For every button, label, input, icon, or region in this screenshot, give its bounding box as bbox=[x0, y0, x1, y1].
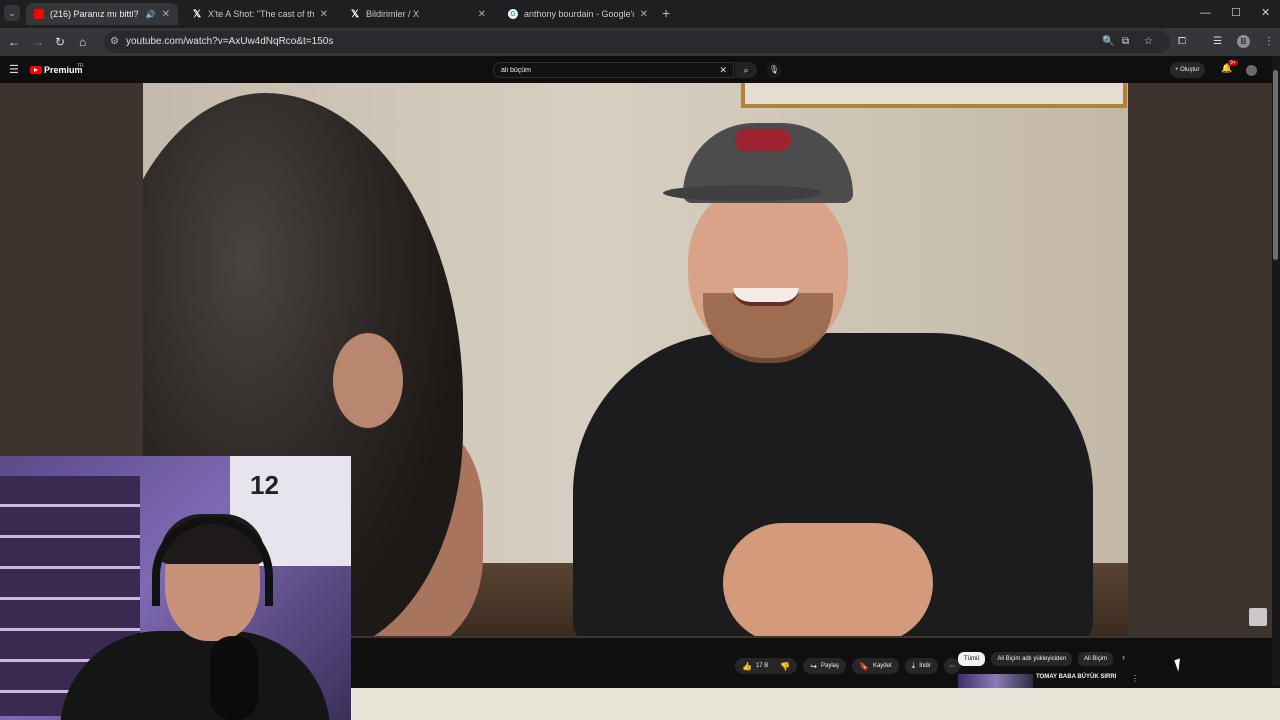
tab-title: anthony bourdain - Google'da bbox=[524, 9, 634, 19]
chevron-right-icon[interactable]: › bbox=[1122, 652, 1125, 662]
like-button[interactable]: 👍 17 B 👎 bbox=[735, 658, 798, 674]
close-tab-icon[interactable]: ✕ bbox=[162, 9, 170, 20]
create-label: Oluştur bbox=[1180, 67, 1200, 73]
download-icon: ⤓ bbox=[911, 661, 916, 670]
google-favicon-icon: G bbox=[508, 9, 518, 19]
search-icon: ⌕ bbox=[743, 65, 749, 75]
clasped-hands bbox=[723, 523, 933, 636]
cap-logo bbox=[735, 129, 791, 151]
video-actions: 👍 17 B 👎 ↪ Paylaş 🔖 Kaydet ⤓ İndir ⋯ bbox=[735, 658, 960, 674]
bookmark-icon: 🔖 bbox=[859, 661, 869, 671]
close-window-icon[interactable]: ✕ bbox=[1261, 6, 1270, 20]
thumbs-down-icon[interactable]: 👎 bbox=[780, 662, 790, 671]
download-label: İndir bbox=[919, 663, 931, 669]
share-label: Paylaş bbox=[820, 663, 839, 669]
close-tab-icon[interactable]: ✕ bbox=[320, 9, 328, 20]
more-icon: ⋯ bbox=[948, 663, 955, 670]
smiling-man bbox=[563, 123, 1103, 636]
tab-youtube-video[interactable]: (216) Paranız mı bitti? | KO 🔊 ✕ bbox=[26, 3, 178, 25]
recommended-video-title[interactable]: TOMAY BABA BÜYÜK SIRRI bbox=[1036, 674, 1116, 680]
search-box[interactable]: ✕ bbox=[493, 62, 734, 78]
chip-all[interactable]: Tümü bbox=[958, 652, 986, 666]
foreground-ear bbox=[333, 333, 403, 428]
thumbs-up-icon: 👍 bbox=[742, 661, 752, 671]
share-icon: ↪ bbox=[810, 661, 817, 671]
smile bbox=[733, 288, 799, 306]
bookmark-star-icon[interactable]: ☆ bbox=[1144, 36, 1153, 47]
tab-title: X'te A Shot: "The cast of the liv bbox=[208, 9, 314, 19]
profile-avatar[interactable]: B bbox=[1237, 35, 1250, 48]
youtube-masthead: ☰ Premium TR ✕ ⌕ 🎙 + Oluştur 🔔 9+ bbox=[0, 56, 1280, 83]
minimize-window-icon[interactable]: — bbox=[1200, 6, 1211, 20]
tab-x-post[interactable]: 𝕏 X'te A Shot: "The cast of the liv ✕ bbox=[184, 3, 336, 25]
recommendation-chips: Tümü Ali Biçim adlı yükleyiciden Ali Biç… bbox=[958, 652, 1114, 666]
site-info-icon[interactable]: ⚙ bbox=[110, 36, 119, 47]
microphone bbox=[210, 636, 258, 720]
forward-arrow-icon[interactable]: → bbox=[32, 35, 44, 49]
description-area bbox=[351, 688, 1280, 720]
streamer-facecam: 12 bbox=[0, 456, 351, 720]
speaker-icon[interactable]: 🔊 bbox=[146, 10, 156, 19]
browser-menu-icon[interactable]: ⋮ bbox=[1264, 36, 1274, 47]
channel-watermark[interactable] bbox=[1249, 608, 1267, 626]
cap-brim bbox=[663, 185, 823, 201]
reading-list-icon[interactable]: ☰ bbox=[1213, 36, 1222, 47]
browser-tab-bar: ⌄ (216) Paranız mı bitti? | KO 🔊 ✕ 𝕏 X't… bbox=[0, 0, 1280, 28]
clear-search-icon[interactable]: ✕ bbox=[719, 65, 727, 76]
tab-google-search[interactable]: G anthony bourdain - Google'da ✕ bbox=[500, 3, 656, 25]
back-arrow-icon[interactable]: ← bbox=[8, 35, 20, 49]
address-url[interactable]: youtube.com/watch?v=AxUw4dNqRco&t=150s bbox=[126, 36, 333, 47]
tab-x-notifications[interactable]: 𝕏 Bildirimler / X ✕ bbox=[342, 3, 494, 25]
youtube-logo-icon[interactable] bbox=[30, 66, 42, 74]
save-label: Kaydet bbox=[872, 663, 892, 669]
address-bar[interactable]: ⚙ youtube.com/watch?v=AxUw4dNqRco&t=150s… bbox=[104, 31, 1170, 53]
extensions-icon[interactable]: ⧠ bbox=[1178, 36, 1186, 47]
scrollbar-thumb[interactable] bbox=[1273, 70, 1278, 260]
home-icon[interactable]: ⌂ bbox=[79, 35, 86, 49]
notification-badge: 9+ bbox=[1228, 60, 1238, 66]
search-button[interactable]: ⌕ bbox=[735, 62, 757, 78]
maximize-window-icon[interactable]: ☐ bbox=[1231, 6, 1241, 20]
region-code: TR bbox=[77, 63, 84, 69]
youtube-favicon-icon bbox=[34, 9, 44, 19]
install-app-icon[interactable]: ⧉ bbox=[1122, 36, 1129, 47]
chip-channel[interactable]: Ali Biçim bbox=[1078, 652, 1114, 666]
menu-icon[interactable]: ☰ bbox=[9, 63, 19, 76]
tab-title: Bildirimler / X bbox=[366, 9, 420, 19]
wall-picture-frame bbox=[741, 83, 1127, 108]
like-count: 17 B bbox=[755, 663, 769, 669]
account-avatar[interactable] bbox=[1246, 65, 1257, 76]
browser-toolbar: ← → ↻ ⌂ ⚙ youtube.com/watch?v=AxUw4dNqRc… bbox=[0, 28, 1280, 56]
save-button[interactable]: 🔖 Kaydet bbox=[852, 658, 899, 674]
kebab-menu-icon[interactable]: ⋮ bbox=[1131, 674, 1139, 683]
tab-title: (216) Paranız mı bitti? | KO bbox=[50, 9, 140, 19]
reload-icon[interactable]: ↻ bbox=[55, 35, 65, 49]
tab-search-menu-icon[interactable]: ⌄ bbox=[4, 5, 20, 21]
x-favicon-icon: 𝕏 bbox=[192, 8, 202, 20]
recommended-video-thumbnail[interactable] bbox=[958, 674, 1033, 688]
close-tab-icon[interactable]: ✕ bbox=[478, 9, 486, 20]
create-button[interactable]: + Oluştur bbox=[1170, 62, 1205, 78]
close-tab-icon[interactable]: ✕ bbox=[640, 9, 648, 20]
zoom-icon[interactable]: 🔍 bbox=[1102, 36, 1114, 47]
microphone-icon: 🎙 bbox=[768, 65, 780, 74]
search-input[interactable] bbox=[501, 64, 711, 76]
jersey-number: 12 bbox=[250, 470, 279, 500]
x-favicon-icon: 𝕏 bbox=[350, 8, 360, 20]
voice-search-button[interactable]: 🎙 bbox=[766, 62, 782, 78]
share-button[interactable]: ↪ Paylaş bbox=[803, 658, 846, 674]
download-button[interactable]: ⤓ İndir bbox=[904, 658, 938, 674]
video-actions-area: 👍 17 B 👎 ↪ Paylaş 🔖 Kaydet ⤓ İndir ⋯ Tüm… bbox=[351, 638, 1280, 720]
chip-from-uploader[interactable]: Ali Biçim adlı yükleyiciden bbox=[991, 652, 1073, 666]
new-tab-button[interactable]: + bbox=[662, 6, 670, 20]
